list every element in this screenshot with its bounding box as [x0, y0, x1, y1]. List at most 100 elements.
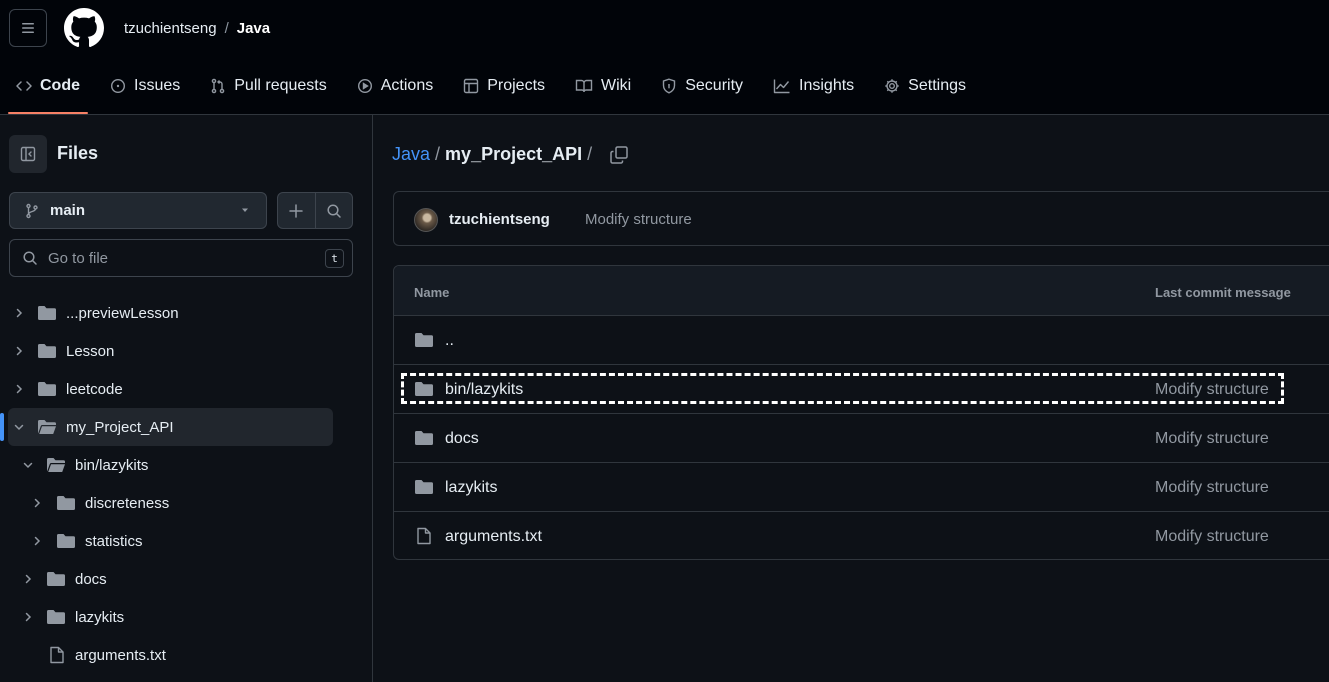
triangle-down-icon — [242, 208, 248, 212]
breadcrumb-current: my_Project_API — [445, 144, 583, 164]
tab-settings[interactable]: Settings — [868, 64, 980, 108]
tree-item-label: statistics — [85, 533, 143, 550]
breadcrumb-root-link[interactable]: Java — [392, 144, 430, 165]
file-tree-sidebar: Files main Go to file t ...previewLesson… — [0, 115, 373, 682]
tree-item-lesson[interactable]: Lesson — [0, 332, 333, 370]
menu-button[interactable] — [9, 9, 47, 47]
table-row-docs[interactable]: docs Modify structure — [394, 414, 1329, 463]
chevron-right-icon — [16, 346, 23, 356]
tree-item-docs[interactable]: docs — [0, 560, 333, 598]
row-commit-message[interactable]: Modify structure — [1155, 528, 1269, 546]
copy-icon[interactable] — [609, 145, 629, 165]
tab-label: Projects — [487, 77, 546, 94]
tree-item-statistics[interactable]: statistics — [0, 522, 333, 560]
tab-insights[interactable]: Insights — [757, 64, 868, 108]
repo-breadcrumb: tzuchientseng / Java — [124, 20, 270, 37]
search-icon — [23, 251, 37, 265]
chevron-right-icon — [34, 498, 41, 508]
tab-label: Actions — [380, 77, 434, 94]
plus-icon — [289, 203, 303, 218]
play-icon — [357, 78, 372, 94]
book-icon — [575, 79, 593, 93]
hamburger-icon — [22, 23, 34, 33]
repo-name-link[interactable]: Java — [237, 20, 270, 37]
chevron-right-icon — [16, 384, 23, 394]
table-row-lazykits[interactable]: lazykits Modify structure — [394, 463, 1329, 512]
tree-item-previewlesson[interactable]: ...previewLesson — [0, 294, 333, 332]
tab-wiki[interactable]: Wiki — [559, 64, 645, 108]
repo-owner-link[interactable]: tzuchientseng — [124, 20, 217, 37]
tab-code[interactable]: Code — [0, 64, 94, 114]
breadcrumb-separator: / — [435, 144, 441, 164]
file-actions-group — [277, 192, 353, 229]
keyboard-shortcut-hint: t — [325, 249, 344, 268]
git-pull-request-icon — [211, 78, 225, 94]
git-branch-icon — [26, 203, 38, 218]
folder-icon — [415, 333, 433, 347]
tree-item-bin-lazykits[interactable]: bin/lazykits — [0, 446, 333, 484]
branch-selector[interactable]: main — [9, 192, 267, 229]
tab-security[interactable]: Security — [645, 64, 757, 108]
folder-open-icon — [38, 420, 56, 434]
file-icon — [417, 527, 431, 545]
tree-item-label: leetcode — [66, 381, 123, 398]
tree-item-my-project-api[interactable]: my_Project_API — [0, 408, 333, 446]
tree-item-leetcode[interactable]: leetcode — [0, 370, 333, 408]
chevron-right-icon — [16, 308, 23, 318]
table-header: Name Last commit message — [394, 266, 1329, 316]
folder-icon — [415, 480, 433, 494]
tab-issues[interactable]: Issues — [94, 64, 194, 108]
folder-icon — [47, 572, 65, 586]
file-icon — [50, 646, 64, 664]
folder-icon — [57, 496, 75, 510]
code-icon — [16, 81, 32, 91]
tab-label: Insights — [799, 77, 855, 94]
search-files-button[interactable] — [316, 193, 353, 228]
commit-author[interactable]: tzuchientseng — [449, 211, 550, 228]
chevron-right-icon — [34, 536, 41, 546]
column-header-last-commit: Last commit message — [1155, 285, 1291, 300]
avatar[interactable] — [414, 208, 438, 232]
collapse-sidebar-button[interactable] — [9, 135, 47, 173]
branch-name: main — [50, 202, 86, 219]
github-logo-icon[interactable] — [64, 8, 104, 48]
table-row-arguments-txt[interactable]: arguments.txt Modify structure — [394, 512, 1329, 559]
row-commit-message[interactable]: Modify structure — [1155, 381, 1269, 399]
folder-open-icon — [47, 458, 65, 472]
row-name-link[interactable]: lazykits — [445, 479, 497, 497]
chevron-right-icon — [25, 612, 32, 622]
tab-pull-requests[interactable]: Pull requests — [194, 64, 341, 108]
tab-label: Issues — [134, 77, 181, 94]
tree-item-label: my_Project_API — [66, 419, 174, 436]
folder-icon — [38, 344, 56, 358]
row-name-link[interactable]: .. — [445, 332, 454, 350]
table-row-parent-dir[interactable]: .. — [394, 316, 1329, 365]
tree-item-lazykits[interactable]: lazykits — [0, 598, 333, 636]
add-file-button[interactable] — [278, 193, 316, 228]
tree-item-label: arguments.txt — [75, 647, 166, 664]
folder-icon — [38, 306, 56, 320]
tree-item-label: ...previewLesson — [66, 305, 179, 322]
tab-actions[interactable]: Actions — [341, 64, 447, 108]
chevron-right-icon — [25, 574, 32, 584]
go-to-file-input[interactable]: Go to file t — [9, 239, 353, 277]
row-name-link[interactable]: bin/lazykits — [445, 381, 523, 399]
commit-message[interactable]: Modify structure — [585, 211, 692, 228]
row-name-link[interactable]: docs — [445, 430, 479, 448]
tree-item-discreteness[interactable]: discreteness — [0, 484, 333, 522]
row-name-link[interactable]: arguments.txt — [445, 528, 542, 546]
shield-icon — [663, 78, 676, 94]
tab-projects[interactable]: Projects — [447, 64, 559, 108]
row-commit-message[interactable]: Modify structure — [1155, 430, 1269, 448]
tree-item-label: Lesson — [66, 343, 115, 360]
tab-label: Pull requests — [234, 77, 327, 94]
tree-item-label: docs — [75, 571, 107, 588]
tree-item-label: bin/lazykits — [75, 457, 149, 474]
row-commit-message[interactable]: Modify structure — [1155, 479, 1269, 497]
table-row-bin-lazykits[interactable]: bin/lazykits Modify structure — [394, 365, 1329, 414]
tab-label: Code — [40, 77, 80, 94]
tree-item-arguments-txt[interactable]: arguments.txt — [0, 636, 333, 674]
chevron-down-icon — [23, 462, 33, 469]
folder-icon — [47, 610, 65, 624]
folder-icon — [415, 382, 433, 396]
